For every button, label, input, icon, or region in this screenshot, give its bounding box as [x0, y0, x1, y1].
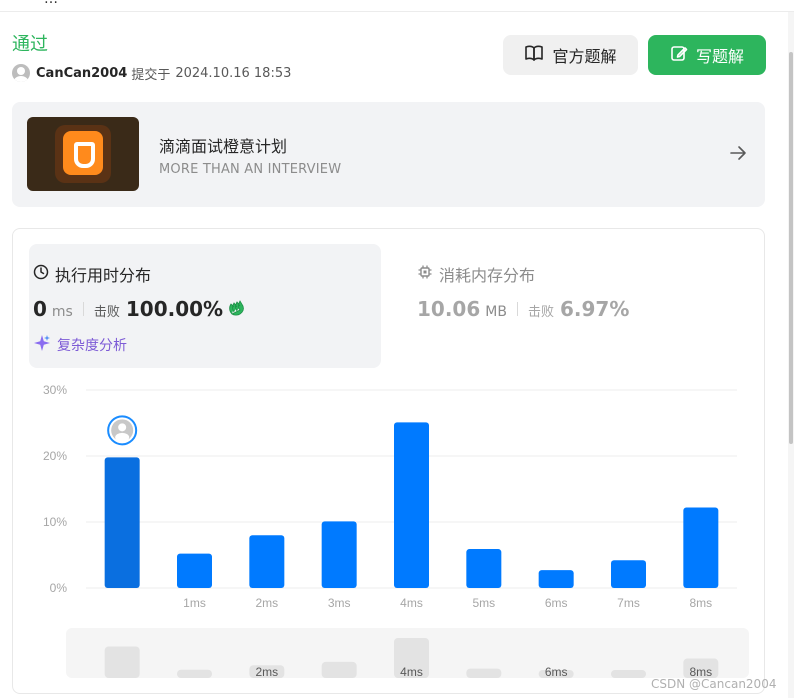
x-tick-label: 5ms — [472, 596, 495, 610]
y-tick-label: 0% — [50, 581, 68, 595]
bar-2ms[interactable] — [249, 535, 285, 588]
mini-tick-label: 6ms — [545, 665, 568, 679]
mini-bar — [611, 670, 646, 678]
runtime-distribution-chart[interactable]: 0% 10% 20% 30% 1ms 2ms 3ms 4ms 5ms 6ms 7ms 8ms 2ms 4m… — [0, 0, 794, 698]
y-tick-label: 30% — [43, 383, 67, 397]
mini-tick-label: 4ms — [400, 665, 423, 679]
x-tick-label: 2ms — [255, 596, 278, 610]
y-tick-label: 10% — [43, 515, 67, 529]
x-tick-label: 3ms — [328, 596, 351, 610]
mini-bar — [177, 669, 212, 678]
mini-bar — [104, 646, 140, 678]
bar-4ms[interactable] — [394, 422, 429, 588]
x-tick-label: 4ms — [400, 596, 423, 610]
x-tick-label: 7ms — [617, 596, 640, 610]
bar-0ms[interactable] — [104, 457, 140, 588]
bar-1ms[interactable] — [177, 553, 212, 588]
mini-bar — [321, 661, 357, 678]
watermark: CSDN @Cancan2004 — [651, 677, 777, 691]
bar-3ms[interactable] — [321, 521, 357, 588]
mini-tick-label: 2ms — [255, 665, 278, 679]
avatar-body — [115, 432, 130, 442]
x-tick-label: 8ms — [689, 596, 712, 610]
mini-bar — [466, 668, 502, 678]
avatar-head — [118, 423, 127, 432]
y-tick-label: 20% — [43, 449, 67, 463]
bar-6ms[interactable] — [538, 570, 574, 588]
x-tick-label: 1ms — [183, 596, 206, 610]
bar-5ms[interactable] — [466, 549, 502, 588]
bar-7ms[interactable] — [611, 560, 646, 588]
bar-8ms[interactable] — [683, 507, 719, 588]
x-tick-label: 6ms — [545, 596, 568, 610]
